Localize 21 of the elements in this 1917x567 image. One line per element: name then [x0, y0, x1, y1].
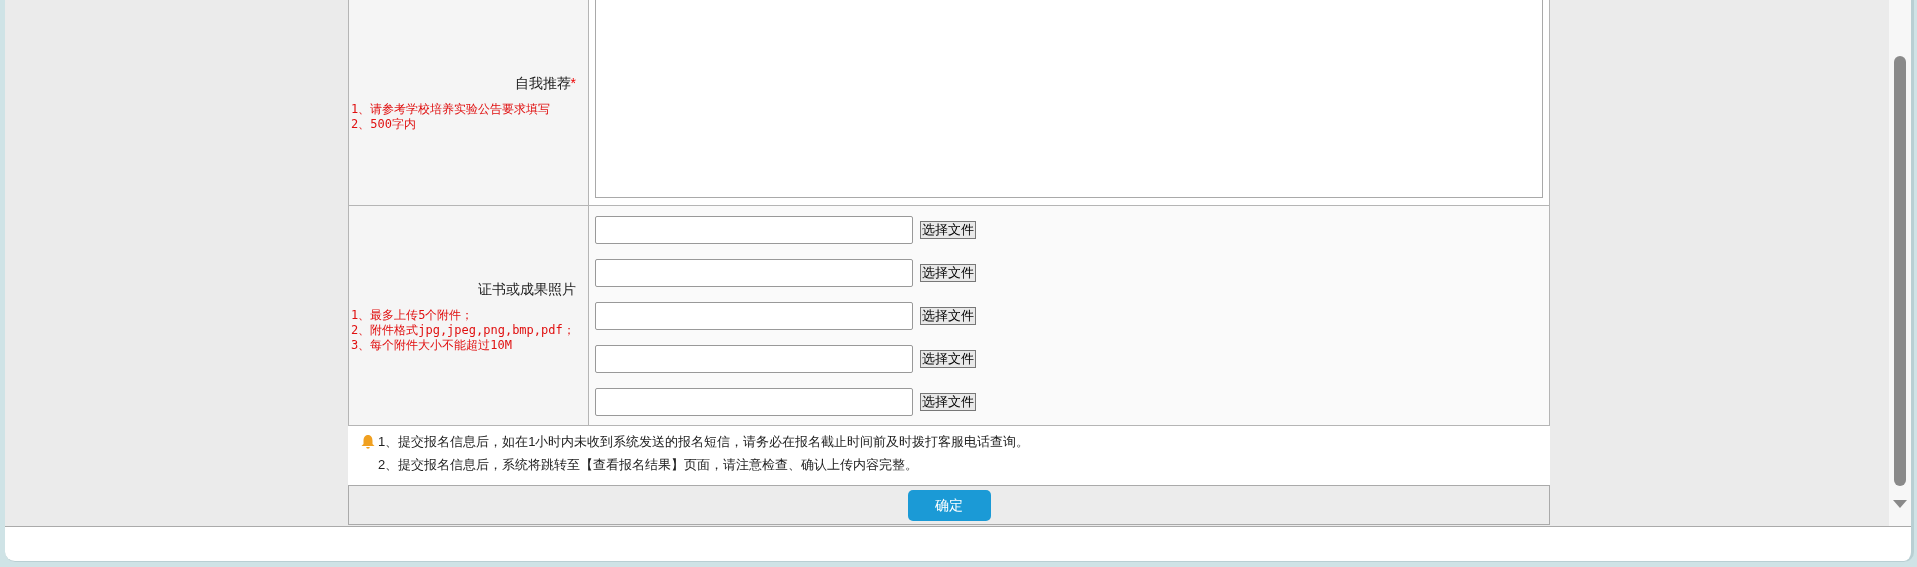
- file-path-field[interactable]: [595, 387, 913, 416]
- hint-text: 3、每个附件大小不能超过10M: [351, 337, 513, 353]
- hint-text: 2、附件格式jpg,jpeg,png,bmp,pdf；: [351, 322, 576, 338]
- field-label: 自我推荐: [514, 75, 571, 91]
- required-mark: *: [570, 75, 576, 91]
- hint-text: 1、最多上传5个附件；: [351, 307, 475, 323]
- file-path-field[interactable]: [595, 344, 913, 373]
- notice-text: 2、提交报名信息后，系统将跳转至【查看报名结果】页面，请注意检查、确认上传内容完整。: [378, 456, 919, 474]
- file-path-field[interactable]: [595, 301, 913, 330]
- hint-text: 2、500字内: [351, 117, 417, 132]
- choose-file-button[interactable]: 选择文件: [920, 220, 976, 239]
- choose-file-button[interactable]: 选择文件: [920, 263, 976, 282]
- file-path-field[interactable]: [595, 215, 913, 244]
- choose-file-button[interactable]: 选择文件: [920, 349, 976, 368]
- file-path-field[interactable]: [595, 258, 913, 287]
- bell-icon: [360, 434, 376, 449]
- notice-text: 1、提交报名信息后，如在1小时内未收到系统发送的报名短信，请务必在报名截止时间前及时拨打客服电话查询。: [378, 433, 1030, 451]
- field-label: 证书或成果照片: [478, 280, 576, 297]
- choose-file-button[interactable]: 选择文件: [920, 392, 976, 411]
- hint-text: 1、请参考学校培养实验公告要求填写: [351, 102, 552, 117]
- choose-file-button[interactable]: 选择文件: [920, 306, 976, 325]
